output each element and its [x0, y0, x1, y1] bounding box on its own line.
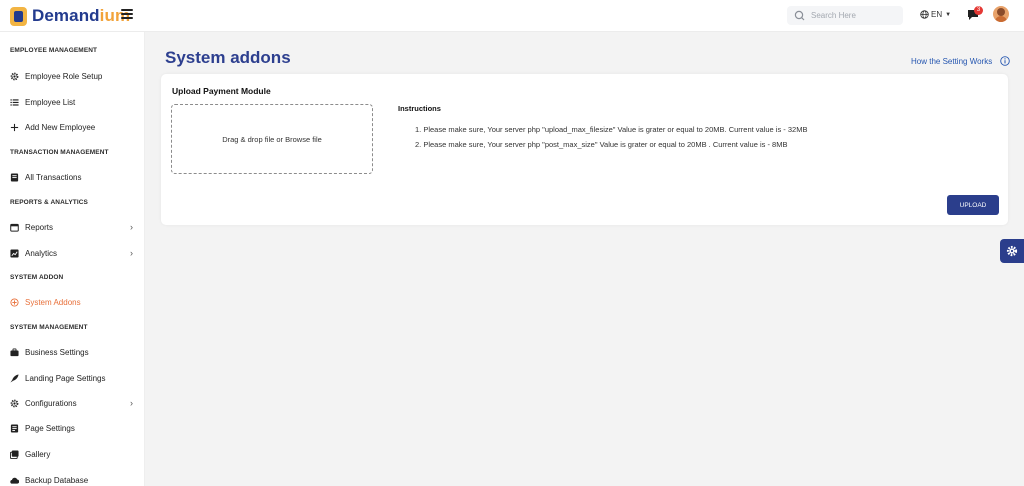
instructions-title: Instructions: [398, 104, 441, 113]
sidebar-item-all-transactions[interactable]: All Transactions: [10, 170, 136, 184]
briefcase-icon: [10, 347, 19, 357]
sidebar-item-label: Reports: [25, 222, 54, 232]
language-code: EN: [931, 10, 943, 19]
dropzone-text: Drag & drop file or Browse file: [222, 134, 322, 144]
brand-name-part1: Demand: [32, 6, 100, 25]
gear-icon: [1006, 245, 1018, 257]
sidebar-item-label: All Transactions: [25, 172, 82, 182]
addon-icon: [10, 297, 19, 307]
gear-icon: [10, 72, 19, 81]
plus-icon: [10, 123, 19, 132]
chevron-right-icon: ›: [130, 398, 133, 408]
gallery-icon: [10, 449, 19, 459]
upload-module-card: Upload Payment Module Drag & drop file o…: [161, 74, 1008, 225]
language-selector[interactable]: EN ▼: [920, 10, 951, 19]
sidebar-item-page-settings[interactable]: Page Settings: [10, 421, 136, 435]
page-icon: [10, 423, 19, 433]
sidebar-item-label: Gallery: [25, 449, 51, 459]
sidebar-item-analytics[interactable]: Analytics ›: [10, 246, 136, 260]
instruction-item: 2. Please make sure, Your server php "po…: [415, 140, 788, 149]
cloud-icon: [10, 476, 19, 485]
sidebar-item-employee-list[interactable]: Employee List: [10, 95, 136, 109]
brand-logo[interactable]: Demandium: [10, 6, 130, 26]
sidebar-section-transaction-management: TRANSACTION MANAGEMENT: [10, 149, 109, 156]
sidebar-item-label: System Addons: [25, 297, 81, 307]
sidebar-item-configurations[interactable]: Configurations ›: [10, 396, 136, 410]
rocket-icon: [10, 373, 19, 383]
sidebar-item-system-addons[interactable]: System Addons: [10, 295, 136, 309]
calendar-icon: [10, 223, 19, 232]
search-input[interactable]: [811, 11, 899, 20]
brand-name: Demandium: [32, 6, 130, 26]
receipt-icon: [10, 172, 19, 182]
notification-badge: 3: [974, 6, 983, 15]
chevron-down-icon: ▼: [945, 11, 952, 18]
help-link-label: How the Setting Works: [911, 56, 993, 66]
sidebar-item-gallery[interactable]: Gallery: [10, 447, 136, 461]
list-icon: [10, 98, 19, 107]
sidebar-item-label: Configurations: [25, 398, 77, 408]
sidebar-item-label: Page Settings: [25, 423, 75, 433]
sidebar-item-label: Landing Page Settings: [25, 373, 106, 383]
sidebar-item-add-new-employee[interactable]: Add New Employee: [10, 120, 136, 134]
sidebar-item-label: Business Settings: [25, 347, 89, 357]
sidebar-item-reports[interactable]: Reports ›: [10, 220, 136, 234]
menu-toggle-icon[interactable]: [121, 9, 133, 19]
sidebar-section-employee-management: EMPLOYEE MANAGEMENT: [10, 47, 98, 54]
sidebar-item-label: Backup Database: [25, 475, 89, 485]
sidebar-item-business-settings[interactable]: Business Settings: [10, 345, 136, 359]
sidebar: EMPLOYEE MANAGEMENT Employee Role Setup …: [0, 32, 145, 486]
chevron-right-icon: ›: [130, 248, 133, 258]
file-dropzone[interactable]: Drag & drop file or Browse file: [171, 104, 373, 174]
instructions-list: 1. Please make sure, Your server php "up…: [415, 122, 807, 152]
how-settings-work-link[interactable]: How the Setting Works: [911, 56, 1010, 66]
search-icon: [794, 10, 805, 20]
instruction-item: 1. Please make sure, Your server php "up…: [415, 125, 808, 134]
upload-button[interactable]: UPLOAD: [947, 195, 999, 215]
card-title: Upload Payment Module: [172, 86, 271, 96]
sidebar-section-system-management: SYSTEM MANAGEMENT: [10, 324, 88, 331]
sidebar-item-backup-database[interactable]: Backup Database: [10, 473, 136, 486]
sidebar-item-employee-role-setup[interactable]: Employee Role Setup: [10, 69, 136, 83]
search-box[interactable]: [787, 6, 903, 25]
sidebar-section-system-addon: SYSTEM ADDON: [10, 274, 64, 281]
gear-icon: [10, 399, 19, 408]
sidebar-section-reports-analytics: REPORTS & ANALYTICS: [10, 199, 88, 206]
sidebar-item-label: Employee Role Setup: [25, 71, 103, 81]
top-bar: Demandium EN ▼ 3: [0, 0, 1024, 32]
sidebar-item-label: Employee List: [25, 97, 76, 107]
chart-icon: [10, 248, 19, 258]
sidebar-item-label: Analytics: [25, 248, 58, 258]
sidebar-item-label: Add New Employee: [25, 122, 96, 132]
settings-panel-toggle[interactable]: [1000, 239, 1024, 263]
page-title: System addons: [165, 48, 291, 67]
globe-icon: [920, 10, 929, 19]
chevron-right-icon: ›: [130, 222, 133, 232]
sidebar-item-landing-page-settings[interactable]: Landing Page Settings: [10, 371, 136, 385]
avatar[interactable]: [993, 6, 1009, 22]
logo-icon: [10, 6, 27, 26]
info-icon: [1000, 56, 1010, 66]
